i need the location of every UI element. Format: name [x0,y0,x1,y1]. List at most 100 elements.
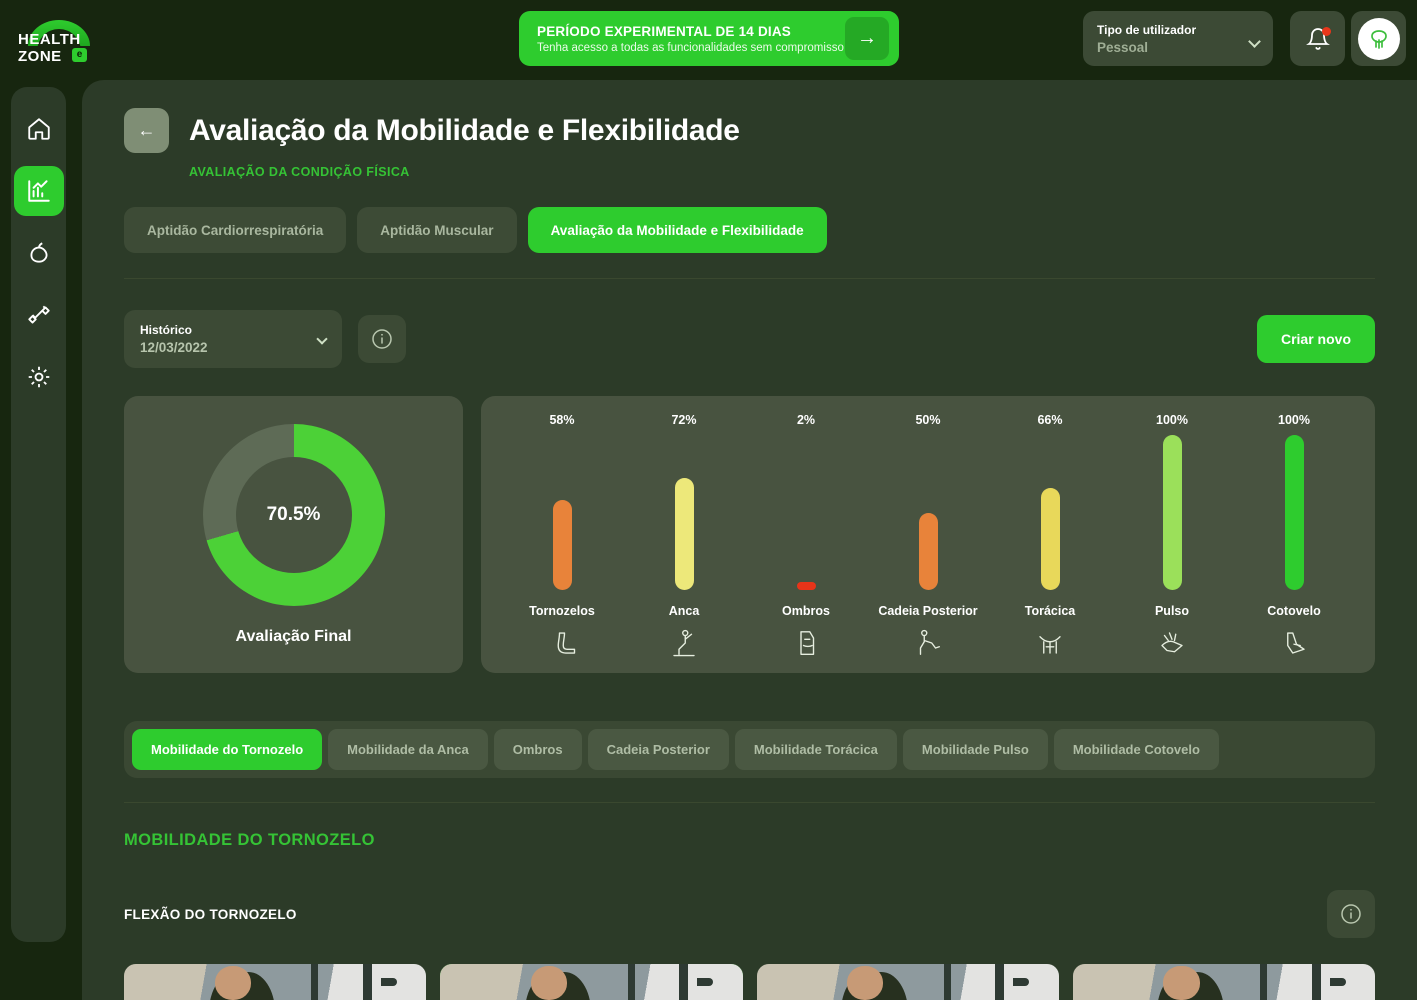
user-type-dropdown[interactable]: Tipo de utilizador Pessoal [1083,11,1273,66]
analytics-icon [27,180,50,202]
bar-group-7: 100% Cotovelo [1233,396,1355,659]
sidebar-item-analytics[interactable] [13,166,64,216]
tab-cardio[interactable]: Aptidão Cardiorrespiratória [124,207,347,253]
bar-value-label: 72% [671,413,697,427]
bar-group-4: 50% Cadeia Posterior [867,396,989,659]
elbow-icon [1279,627,1309,659]
dumbbell-icon [27,305,50,324]
thumbnail-hook [1329,978,1346,986]
bar[interactable] [674,478,694,590]
bar-track [796,435,816,590]
history-dropdown[interactable]: Histórico 12/03/2022 [124,310,342,368]
bar-value-label: 58% [549,413,575,427]
subsection-info-button[interactable] [1327,890,1375,938]
kneeling-stretch-icon [669,627,699,659]
gear-icon [28,366,49,388]
avatar [1357,17,1400,60]
bar[interactable] [1284,435,1304,590]
bar-track [674,435,694,590]
pill-tab-2[interactable]: Mobilidade da Anca [328,729,488,770]
thumbnail-head [214,966,251,1000]
thumbnail-head [1163,966,1200,1000]
thumbnail-rack-right [679,964,689,1000]
history-info-button[interactable] [358,315,406,363]
bar[interactable] [552,500,572,590]
pill-tab-4[interactable]: Cadeia Posterior [587,729,729,770]
bar[interactable] [796,582,816,590]
info-icon [1341,904,1361,924]
thumbnail-head [530,966,568,1000]
sidebar [11,87,66,942]
history-label: Histórico [140,323,193,337]
exercise-thumbnail-4[interactable] [1072,964,1375,1000]
mobility-bar-chart: 58% Tornozelos 72% Anca 2% Ombros 50% Cadeia Po… [481,396,1375,673]
pill-tab-1[interactable]: Mobilidade do Tornozelo [132,729,323,770]
thumbnail-rack-left [627,964,635,1000]
bar[interactable] [1040,487,1060,590]
bar-value-label: 100% [1156,413,1188,427]
mobility-pill-tabs: Mobilidade do Tornozelo Mobilidade da Anc… [124,721,1375,778]
thumbnail-rack-right [1311,964,1321,1000]
bar-track [1040,435,1060,590]
trial-banner-texts: PERÍODO EXPERIMENTAL DE 14 DIAS Tenha ac… [537,24,845,54]
bar-category-label: Ombros [782,604,830,618]
header-divider [124,278,1375,279]
bar-category-label: Tornozelos [529,604,595,618]
brand-logo[interactable]: HEALTH ZONE e [14,18,144,64]
bar-track [552,435,572,590]
pill-tab-5[interactable]: Mobilidade Torácica [734,729,897,770]
pill-tab-6[interactable]: Mobilidade Pulso [902,729,1048,770]
profile-button[interactable] [1351,11,1406,66]
exercise-thumbnail-2[interactable] [440,964,743,1000]
bar-group-5: 66% Torácica [989,396,1111,659]
page-subtitle: AVALIAÇÃO DA CONDIÇÃO FÍSICA [189,165,410,179]
bar-category-label: Torácica [1024,604,1076,618]
bar-group-1: 58% Tornozelos [501,396,623,659]
top-bar: HEALTH ZONE e PERÍODO EXPERIMENTAL DE 14… [0,0,1417,78]
shoulder-icon [791,627,821,659]
wrist-icon [1157,627,1187,659]
bar-track [918,435,938,590]
exercise-thumbnail-1[interactable] [124,964,427,1000]
tab-mobility[interactable]: Avaliação da Mobilidade e Flexibilidade [527,207,827,253]
thumbnail-hook [1013,978,1030,986]
thumbnail-rack-left [311,964,319,1000]
pill-tab-3[interactable]: Ombros [493,729,582,770]
bar[interactable] [918,512,938,590]
page-header-row: ← Avaliação da Mobilidade e Flexibilidad… [124,108,1375,153]
bar[interactable] [1162,435,1182,590]
thumbnail-rack-left [1260,964,1268,1000]
tab-muscular[interactable]: Aptidão Muscular [357,207,517,253]
brand-badge: e [72,48,87,62]
back-button[interactable]: ← [124,108,169,153]
notifications-button[interactable] [1290,11,1345,66]
page-header: ← Avaliação da Mobilidade e Flexibilidad… [82,80,1417,179]
app-root: HEALTH ZONE e PERÍODO EXPERIMENTAL DE 14… [0,0,1417,1000]
notification-badge-dot [1322,27,1331,36]
foot-icon [547,627,577,659]
pill-tab-7[interactable]: Mobilidade Cotovelo [1053,729,1219,770]
bar-group-3: 2% Ombros [745,396,867,659]
main-content: ← Avaliação da Mobilidade e Flexibilidad… [82,80,1417,1000]
create-new-button[interactable]: Criar novo [1256,315,1375,363]
user-type-value: Pessoal [1097,39,1149,55]
final-score-value: 70.5% [266,503,321,525]
brand-line-2: ZONE [18,48,62,65]
thumbnail-rack-left [943,964,951,1000]
thumbnail-head [847,966,884,1000]
sidebar-item-settings[interactable] [14,352,64,402]
sidebar-item-home[interactable] [14,104,64,154]
section-title: MOBILIDADE DO TORNOZELO [124,831,375,849]
sidebar-item-nutrition[interactable] [14,228,64,278]
leaf-icon [1370,29,1387,49]
trial-banner[interactable]: PERÍODO EXPERIMENTAL DE 14 DIAS Tenha ac… [519,11,899,66]
final-score-card: 70.5% Avaliação Final [124,396,463,673]
sidebar-item-training[interactable] [14,290,64,340]
trial-banner-subtitle: Tenha acesso a todas as funcionalidades … [537,41,844,54]
exercise-thumbnail-3[interactable] [756,964,1059,1000]
info-icon [372,329,392,349]
donut-center: 70.5% [235,456,352,573]
arrow-right-icon[interactable]: → [845,17,889,60]
thoracic-icon [1035,627,1065,659]
bar-track [1162,435,1182,590]
